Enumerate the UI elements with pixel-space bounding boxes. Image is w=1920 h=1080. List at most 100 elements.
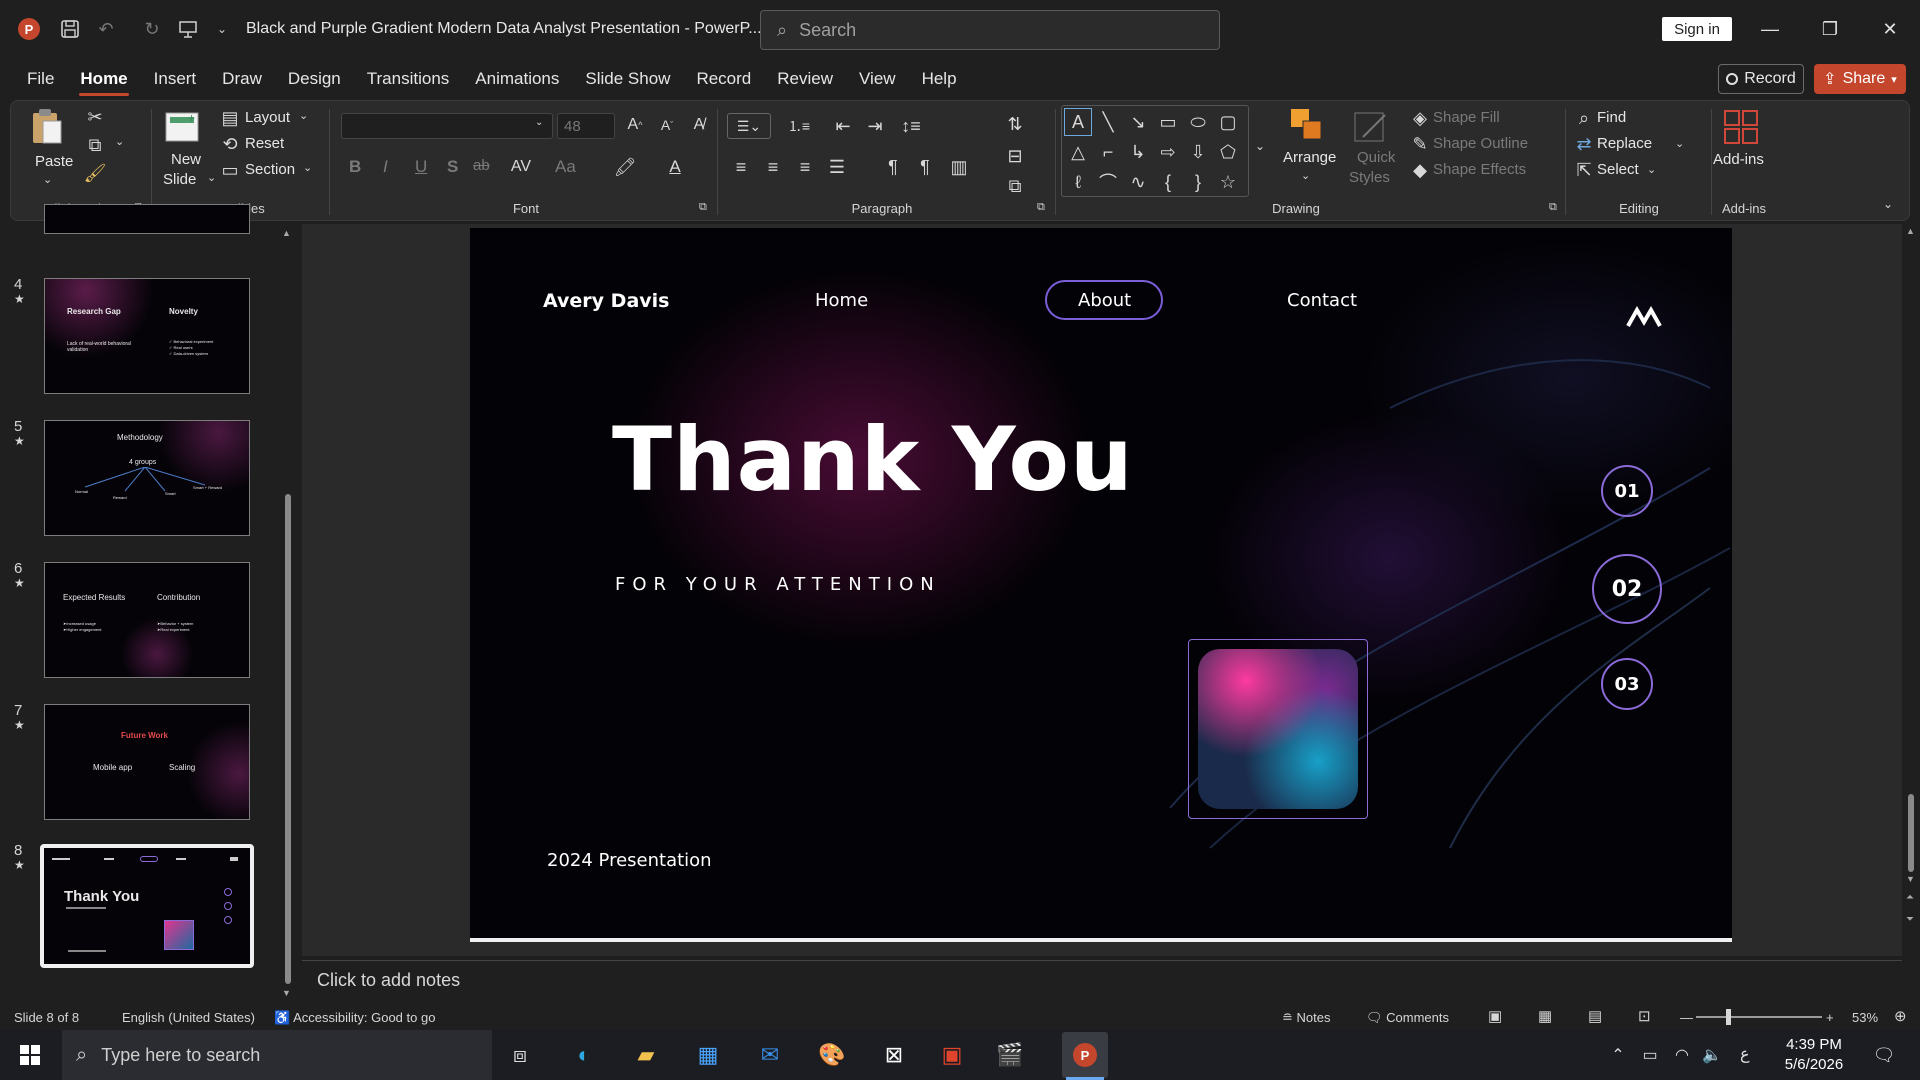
arrange-icon[interactable] xyxy=(1287,105,1327,145)
zoom-level[interactable]: 53% xyxy=(1852,1010,1878,1025)
powerpoint-taskbar-icon[interactable]: P xyxy=(1062,1032,1108,1078)
shape-fill-icon[interactable]: ◈ xyxy=(1409,107,1431,129)
sign-in-button[interactable]: Sign in xyxy=(1662,17,1732,41)
share-button[interactable]: ⇪ Share ▾ xyxy=(1814,64,1906,94)
notes-pane[interactable]: Click to add notes xyxy=(302,960,1902,1000)
shape-effects-button[interactable]: Shape Effects xyxy=(1433,161,1526,178)
chevron-down-icon[interactable]: ⌄ xyxy=(535,117,543,128)
left-brace-icon[interactable]: { xyxy=(1154,168,1182,196)
columns-icon[interactable]: ▥ xyxy=(945,155,973,179)
section-button[interactable]: Section xyxy=(245,161,295,178)
zoom-slider-thumb[interactable] xyxy=(1726,1009,1731,1025)
align-text-icon[interactable]: ⊟ xyxy=(1001,143,1029,169)
layout-icon[interactable]: ▤ xyxy=(219,107,241,129)
text-shadow-button[interactable]: S xyxy=(447,157,458,177)
close-icon[interactable]: ✕ xyxy=(1870,12,1910,46)
dialog-launcher-icon[interactable]: ⧉ xyxy=(1549,201,1557,214)
fit-to-window-icon[interactable]: ⊕ xyxy=(1894,1007,1907,1025)
down-arrow-shape-icon[interactable]: ⇩ xyxy=(1184,138,1212,166)
tab-home[interactable]: Home xyxy=(67,60,140,98)
microsoft-store-icon[interactable]: ▦ xyxy=(690,1038,726,1072)
reset-button[interactable]: Reset xyxy=(245,135,284,152)
reset-icon[interactable]: ⟲ xyxy=(219,133,241,155)
paste-icon[interactable] xyxy=(27,105,67,149)
chevron-down-icon[interactable]: ⌄ xyxy=(1301,169,1310,182)
collapse-ribbon-icon[interactable]: ⌄ xyxy=(1883,197,1893,211)
tab-review[interactable]: Review xyxy=(764,60,846,98)
triangle-shape-icon[interactable]: △ xyxy=(1064,138,1092,166)
comments-button[interactable]: 🗨 Comments xyxy=(1366,1010,1449,1026)
slide-thumbnail-6[interactable]: Expected Results Contribution ➤Increased… xyxy=(44,562,250,678)
tab-animations[interactable]: Animations xyxy=(462,60,572,98)
layout-button[interactable]: Layout xyxy=(245,109,290,126)
slide-thumbnail-4[interactable]: Research Gap Novelty Lack of real-world … xyxy=(44,278,250,394)
scrollbar-thumb[interactable] xyxy=(285,494,291,984)
language-indicator[interactable]: English (United States) xyxy=(122,1010,255,1025)
taskbar-time[interactable]: 4:39 PM xyxy=(1782,1036,1846,1053)
character-spacing-icon[interactable]: AV xyxy=(505,155,537,179)
shape-outline-button[interactable]: Shape Outline xyxy=(1433,135,1528,152)
shape-outline-icon[interactable]: ✎ xyxy=(1409,133,1431,155)
scribble-icon[interactable]: ℓ xyxy=(1064,168,1092,196)
undo-icon[interactable]: ↶ xyxy=(92,15,120,43)
app-icon[interactable]: ⊠ xyxy=(876,1038,912,1072)
quick-styles-label-1[interactable]: Quick xyxy=(1357,149,1395,166)
scroll-down-icon[interactable]: ▼ xyxy=(1906,874,1915,884)
highlight-icon[interactable]: 🖍 xyxy=(611,155,639,179)
redo-icon[interactable]: ↻ xyxy=(138,15,166,43)
arrow-line-icon[interactable]: ↘ xyxy=(1124,108,1152,136)
slide-thumbnail-5[interactable]: Methodology 4 groups Normal Reward Smart… xyxy=(44,420,250,536)
tab-transitions[interactable]: Transitions xyxy=(354,60,463,98)
strikethrough-button[interactable]: ab xyxy=(473,157,490,174)
increase-indent-icon[interactable]: ⇥ xyxy=(861,113,889,139)
section-icon[interactable]: ▭ xyxy=(219,159,241,181)
notes-button[interactable]: ≘ Notes xyxy=(1282,1010,1331,1026)
chevron-down-icon[interactable]: ⌄ xyxy=(1647,163,1656,176)
slide-sorter-icon[interactable]: ▦ xyxy=(1538,1007,1552,1025)
present-from-start-icon[interactable] xyxy=(174,15,202,43)
arc-icon[interactable]: ⌒ xyxy=(1094,168,1122,196)
replace-icon[interactable]: ⇄ xyxy=(1573,133,1595,155)
previous-slide-icon[interactable]: ⏶ xyxy=(1906,892,1914,903)
video-editor-icon[interactable]: 🎬 xyxy=(992,1038,1028,1072)
save-icon[interactable] xyxy=(56,15,84,43)
decrease-indent-icon[interactable]: ⇤ xyxy=(829,113,857,139)
new-slide-label-2[interactable]: Slide xyxy=(163,171,196,188)
search-input[interactable]: ⌕ Search xyxy=(760,10,1220,50)
quick-styles-icon[interactable] xyxy=(1351,107,1391,147)
justify-icon[interactable]: ☰ xyxy=(823,155,851,179)
tab-help[interactable]: Help xyxy=(909,60,970,98)
thumbnail-scrollbar[interactable]: ▲ ▼ xyxy=(282,228,294,998)
find-button[interactable]: Find xyxy=(1597,109,1626,126)
find-icon[interactable]: ⌕ xyxy=(1573,107,1595,129)
chevron-down-icon[interactable]: ⌄ xyxy=(303,161,312,174)
task-view-icon[interactable]: ⧈ xyxy=(502,1038,538,1072)
replace-button[interactable]: Replace xyxy=(1597,135,1652,152)
new-slide-label-1[interactable]: New xyxy=(171,151,201,168)
align-left-icon[interactable]: ≡ xyxy=(727,155,755,179)
input-language[interactable]: ع xyxy=(1740,1044,1750,1064)
taskbar-date[interactable]: 5/6/2026 xyxy=(1778,1056,1850,1073)
accessibility-status[interactable]: ♿ Accessibility: Good to go xyxy=(274,1010,435,1026)
slide-thumbnail-3[interactable] xyxy=(44,204,250,234)
chevron-down-icon[interactable]: ⌄ xyxy=(299,109,308,122)
font-name-input[interactable] xyxy=(341,113,553,139)
shape-fill-button[interactable]: Shape Fill xyxy=(1433,109,1500,126)
increase-font-size-icon[interactable]: A ^ xyxy=(623,113,647,137)
chevron-down-icon[interactable]: ⌄ xyxy=(115,135,124,148)
pdf-reader-icon[interactable]: ▣ xyxy=(934,1038,970,1072)
zoom-in-icon[interactable]: + xyxy=(1826,1010,1834,1025)
font-color-icon[interactable]: A xyxy=(661,155,689,179)
chevron-down-icon[interactable]: ⌄ xyxy=(207,171,216,184)
elbow-arrow-icon[interactable]: ↳ xyxy=(1124,138,1152,166)
reading-view-icon[interactable]: ▤ xyxy=(1588,1007,1602,1025)
freeform-shape-icon[interactable]: ⬠ xyxy=(1214,138,1242,166)
select-button[interactable]: Select xyxy=(1597,161,1639,178)
zoom-slider-track[interactable] xyxy=(1696,1016,1822,1018)
record-button[interactable]: Record xyxy=(1718,64,1804,94)
tab-record[interactable]: Record xyxy=(683,60,764,98)
next-slide-icon[interactable]: ⏷ xyxy=(1906,914,1914,925)
font-size-input[interactable]: 48 xyxy=(557,113,615,139)
quick-styles-label-2[interactable]: Styles xyxy=(1349,169,1390,186)
star-shape-icon[interactable]: ☆ xyxy=(1214,168,1242,196)
